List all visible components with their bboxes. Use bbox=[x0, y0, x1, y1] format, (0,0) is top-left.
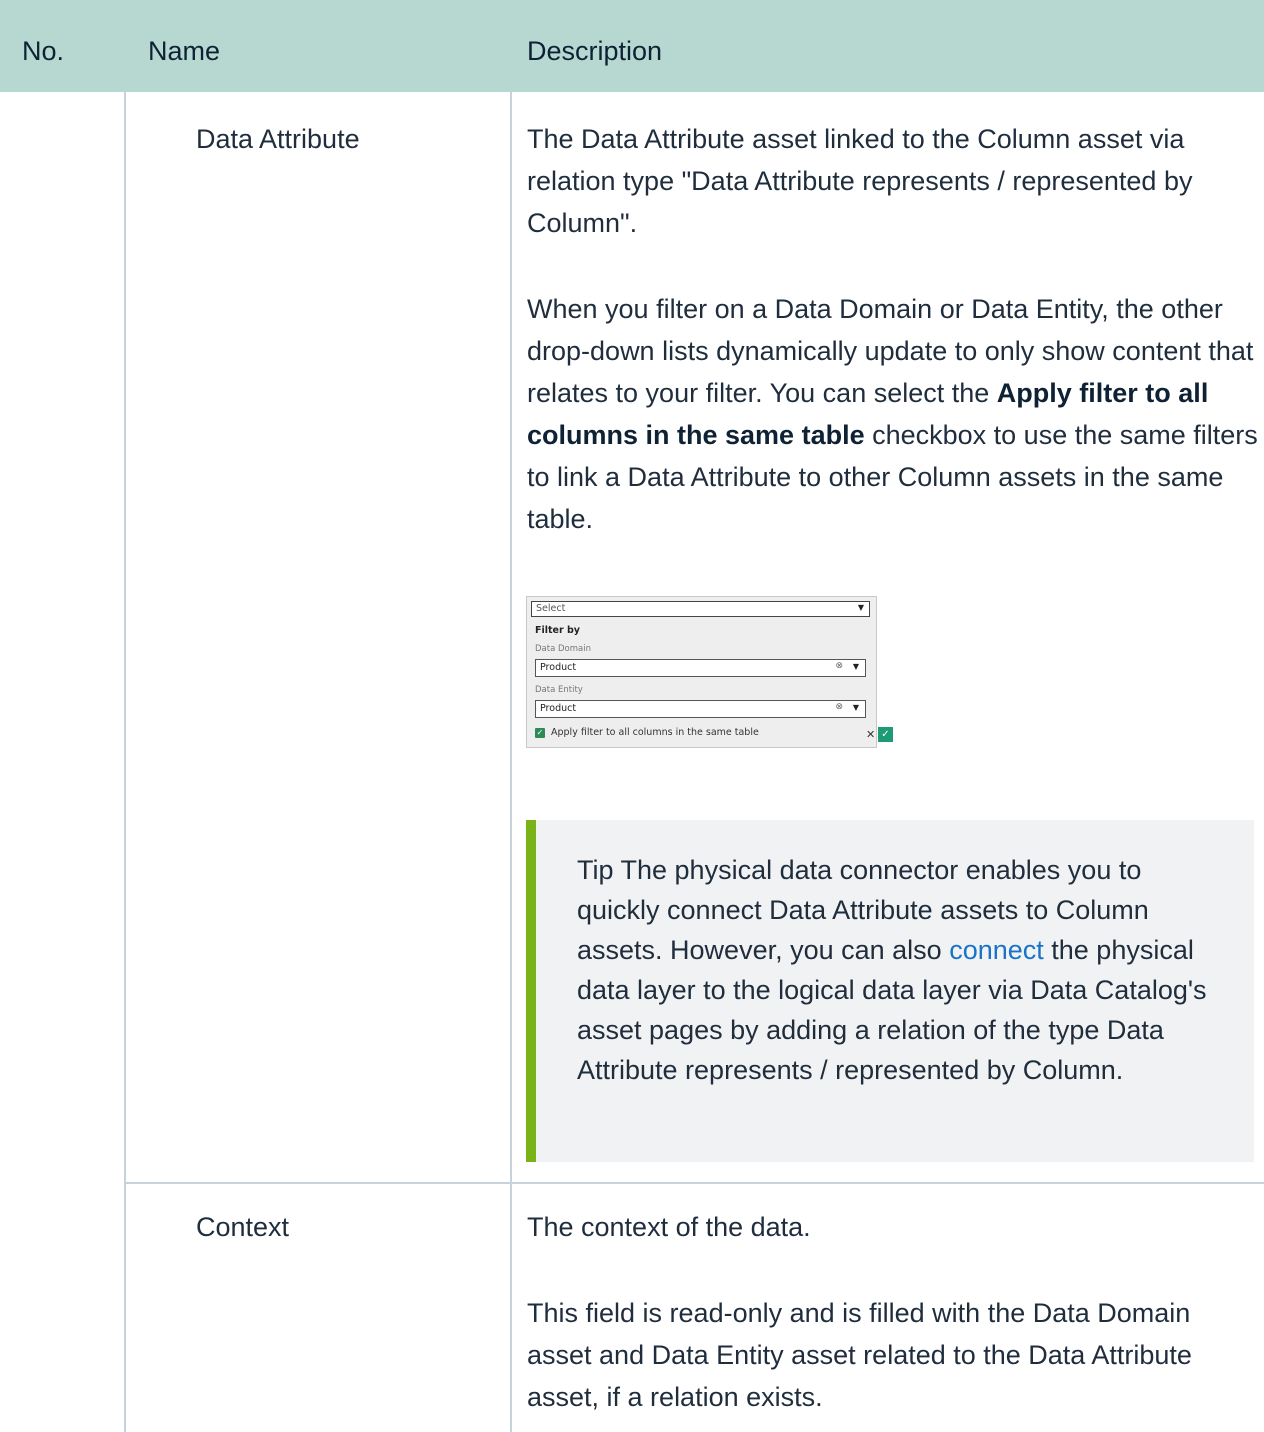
select-placeholder: Select bbox=[536, 603, 566, 614]
tip-text: Tip The physical data connector enables … bbox=[577, 855, 1207, 1085]
row-name-context: Context bbox=[196, 1212, 290, 1242]
confirm-check-icon: ✓ bbox=[878, 727, 893, 742]
connect-link[interactable]: connect bbox=[949, 935, 1044, 965]
header-name: Name bbox=[148, 36, 221, 66]
description-paragraph: When you filter on a Data Domain or Data… bbox=[527, 294, 1258, 534]
table-header: No. Name Description bbox=[0, 0, 1264, 92]
column-divider-1 bbox=[124, 92, 126, 1432]
data-entity-label: Data Entity bbox=[535, 685, 583, 695]
header-no: No. bbox=[22, 36, 65, 66]
checkbox-label: Apply filter to all columns in the same … bbox=[551, 727, 759, 738]
filter-panel-screenshot: Select ▼ Filter by Data Domain Product ⊗… bbox=[526, 596, 877, 748]
checkbox-checked-icon: ✓ bbox=[535, 728, 545, 738]
caret-down-icon: ▼ bbox=[852, 662, 859, 671]
clear-icon: ⊗ bbox=[835, 702, 843, 712]
row-divider bbox=[125, 1182, 1264, 1184]
caret-down-icon: ▼ bbox=[852, 703, 859, 712]
data-entity-field: Product ⊗ ▼ bbox=[535, 700, 866, 718]
caret-down-icon: ▼ bbox=[857, 603, 864, 612]
cancel-icon: ✕ bbox=[866, 728, 876, 741]
description-paragraph: The Data Attribute asset linked to the C… bbox=[527, 124, 1193, 238]
select-dropdown: Select ▼ bbox=[531, 601, 870, 617]
data-domain-field: Product ⊗ ▼ bbox=[535, 659, 866, 677]
column-divider-2 bbox=[510, 92, 512, 1432]
clear-icon: ⊗ bbox=[835, 661, 843, 671]
header-description: Description bbox=[527, 36, 663, 66]
filter-by-label: Filter by bbox=[535, 625, 580, 636]
row-name-data-attribute: Data Attribute bbox=[196, 124, 360, 154]
data-domain-label: Data Domain bbox=[535, 644, 591, 654]
description-paragraph: The context of the data. bbox=[527, 1212, 811, 1242]
description-paragraph: This field is read-only and is filled wi… bbox=[527, 1298, 1192, 1412]
